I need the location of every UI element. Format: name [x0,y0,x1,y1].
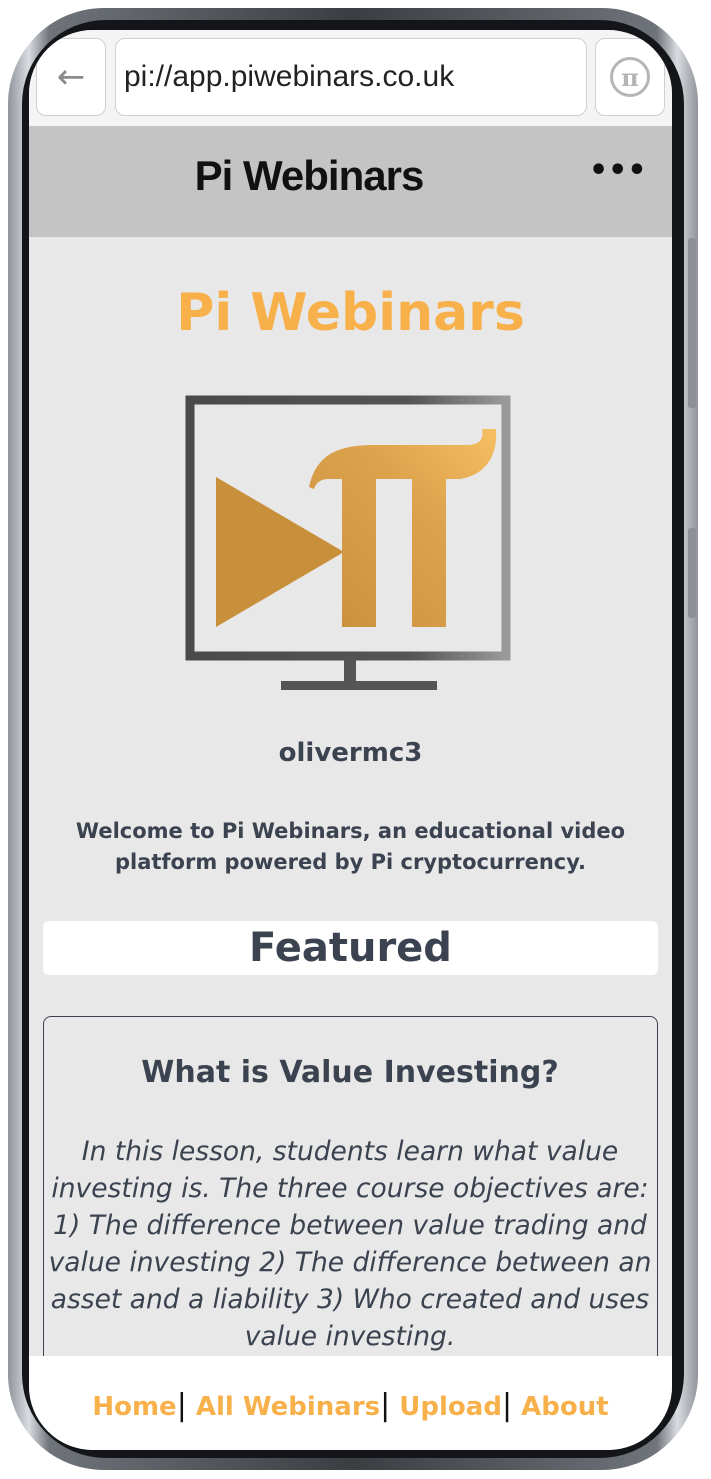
nav-all-webinars-link[interactable]: All Webinars [196,1392,380,1422]
power-button [688,528,696,618]
nav-upload-link[interactable]: Upload [399,1392,502,1422]
brand-title: Pi Webinars [176,283,525,343]
app-header: Pi Webinars ••• [29,126,672,237]
webinar-title[interactable]: What is Value Investing? [44,1055,656,1090]
volume-button [688,238,696,408]
nav-separator: | [501,1388,513,1423]
nav-separator: | [380,1388,391,1423]
play-triangle [216,477,344,627]
pi-webinars-logo [185,395,511,690]
pi-logo-icon: π [610,57,650,97]
bottom-nav: Home| All Webinars| Upload| About [29,1356,672,1450]
more-options-icon[interactable]: ••• [589,156,647,196]
back-arrow-icon: ← [56,57,86,97]
back-button[interactable]: ← [36,38,106,116]
browser-toolbar: ← pi://app.piwebinars.co.uk π [29,30,672,126]
nav-about-link[interactable]: About [521,1392,609,1422]
phone-screen: ← pi://app.piwebinars.co.uk π Pi Webinar… [29,30,672,1450]
url-text: pi://app.piwebinars.co.uk [124,60,455,93]
webinar-description: In this lesson, students learn what valu… [48,1136,652,1352]
pi-browser-button[interactable]: π [595,38,665,116]
header-title: Pi Webinars [194,152,425,199]
welcome-text: Welcome to Pi Webinars, an educational v… [75,819,626,874]
nav-home-link[interactable]: Home [92,1392,176,1422]
pi-symbol [309,429,497,627]
featured-heading: Featured [43,921,658,975]
nav-separator: | [176,1388,187,1423]
monitor-stand [344,656,356,684]
username: olivermc3 [278,738,423,768]
monitor-base [281,681,437,690]
address-bar[interactable]: pi://app.piwebinars.co.uk [115,38,587,116]
